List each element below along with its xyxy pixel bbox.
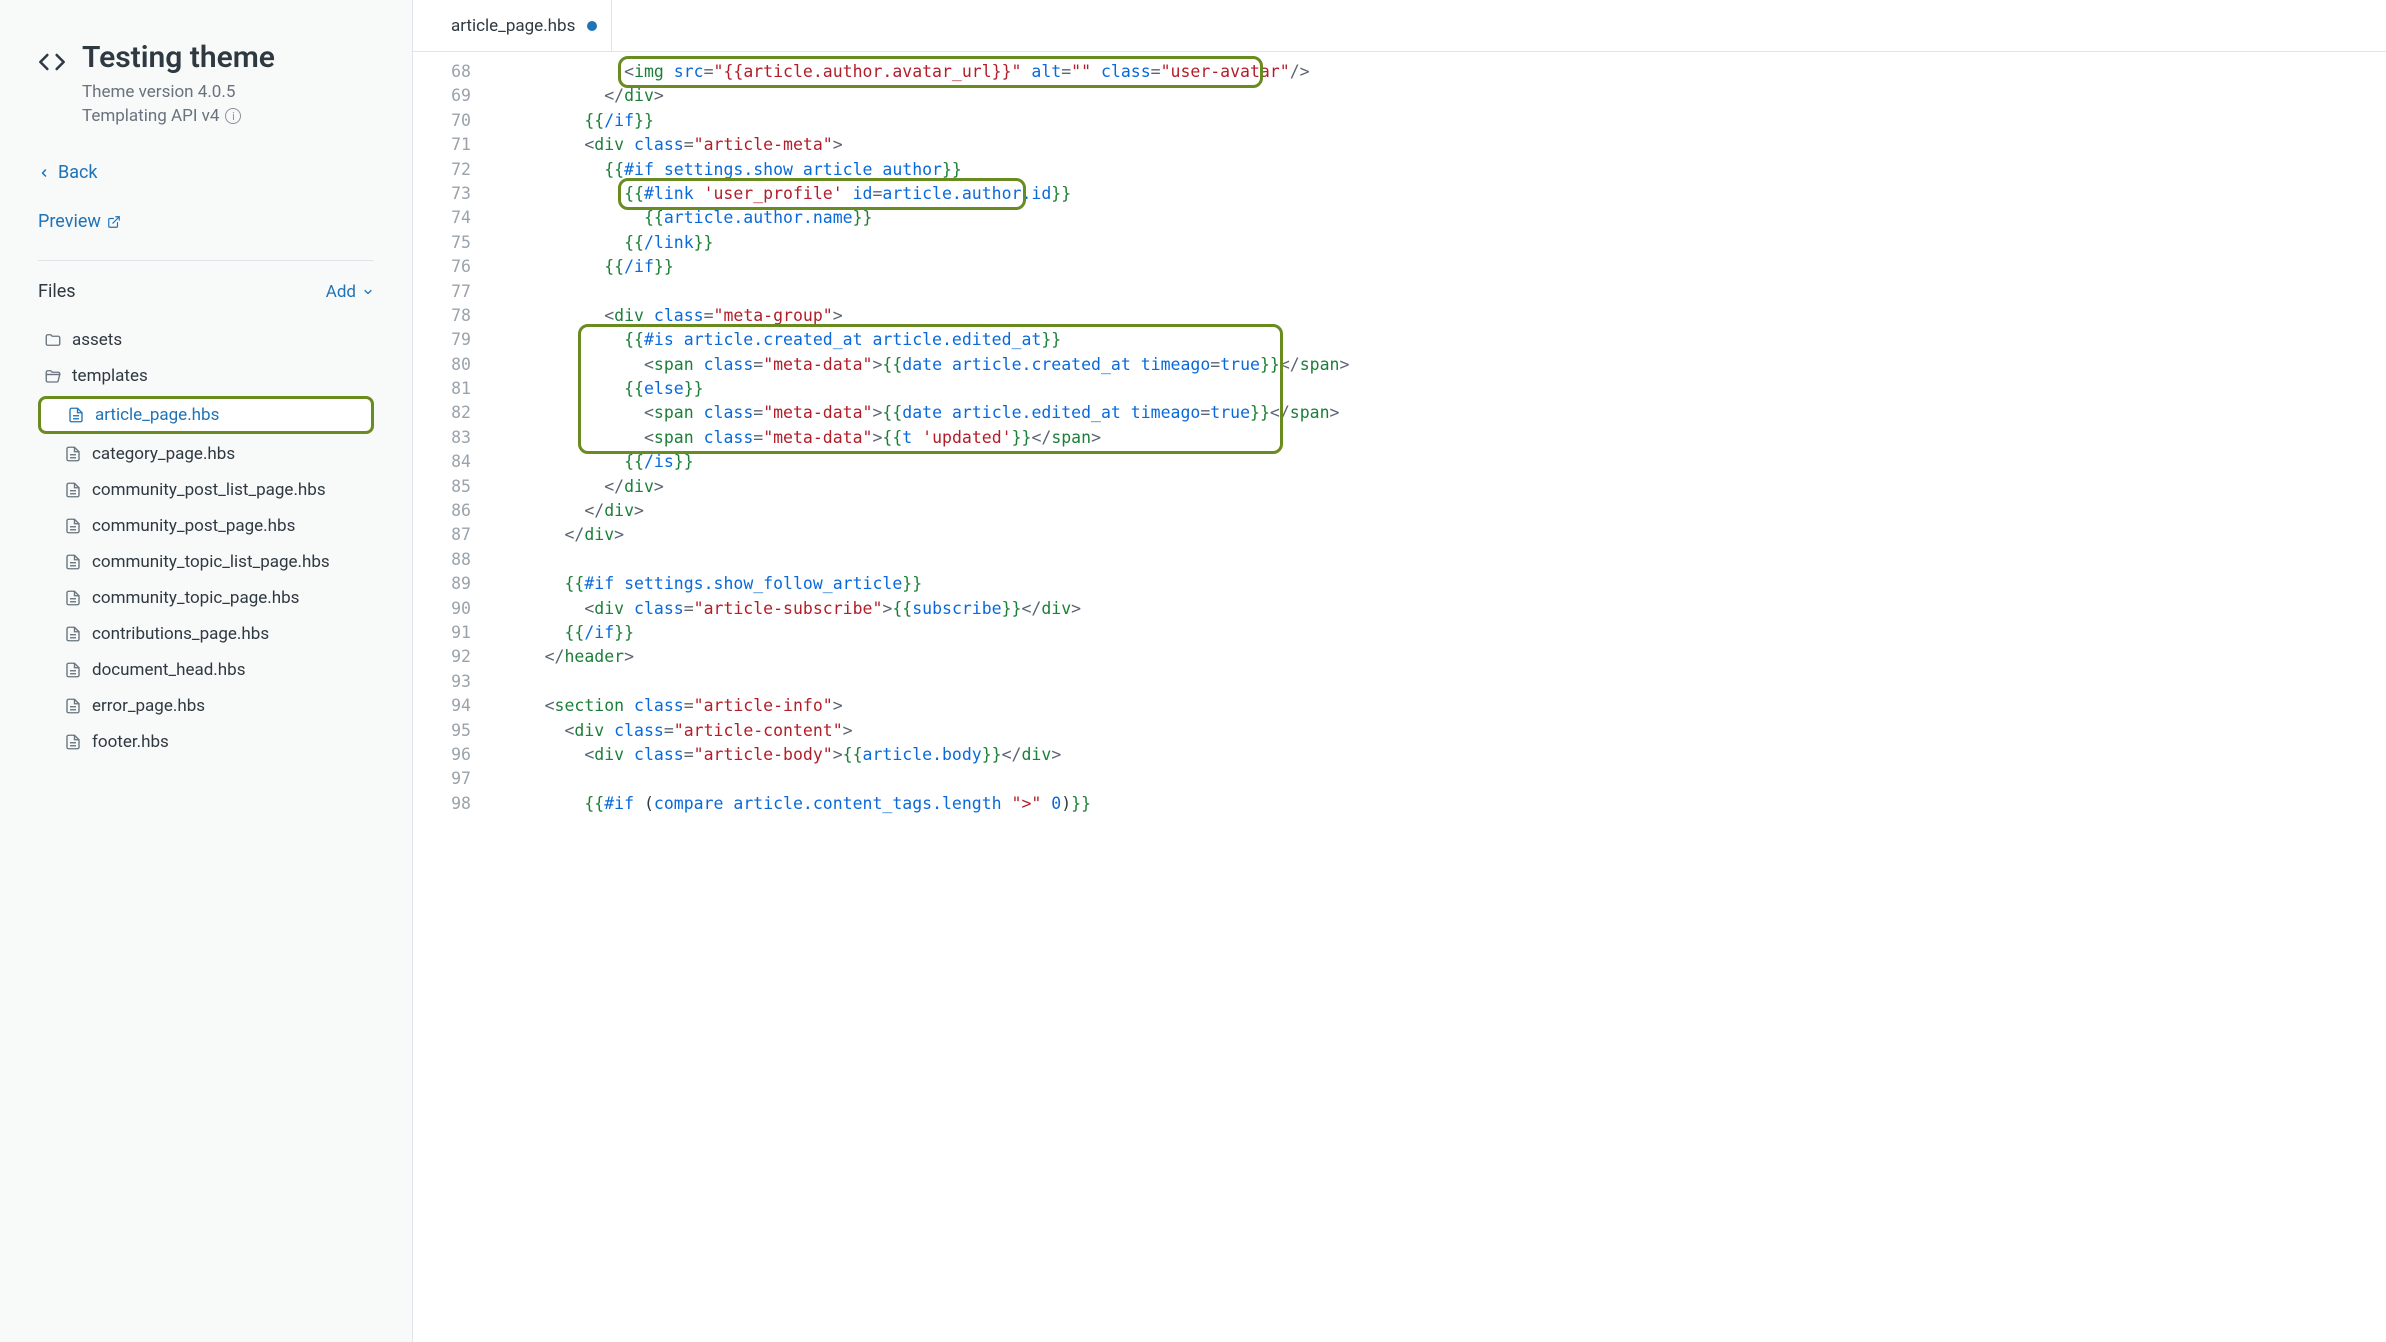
templating-api-label: Templating API v4 i (82, 106, 275, 126)
chevron-down-icon (362, 286, 374, 298)
file-item[interactable]: community_post_page.hbs (38, 508, 374, 544)
file-item[interactable]: document_head.hbs (38, 652, 374, 688)
files-label: Files (38, 281, 76, 302)
file-item[interactable]: footer.hbs (38, 724, 374, 760)
folder-assets[interactable]: assets (38, 322, 374, 358)
external-link-icon (107, 215, 121, 229)
file-item[interactable]: community_post_list_page.hbs (38, 472, 374, 508)
line-number-gutter: 6869707172737475767778798081828384858687… (413, 60, 485, 1342)
theme-header: Testing theme Theme version 4.0.5 Templa… (38, 40, 374, 126)
back-link[interactable]: Back (38, 162, 374, 183)
add-button[interactable]: Add (326, 282, 374, 302)
preview-link[interactable]: Preview (38, 211, 374, 232)
divider (38, 260, 374, 261)
tab-bar: article_page.hbs (413, 0, 2386, 52)
modified-indicator-icon (587, 21, 597, 31)
info-icon[interactable]: i (225, 108, 241, 124)
files-header: Files Add (38, 281, 374, 302)
theme-version: Theme version 4.0.5 (82, 82, 275, 102)
code-content[interactable]: <img src="{{article.author.avatar_url}}"… (485, 60, 2386, 1342)
file-item[interactable]: community_topic_page.hbs (38, 580, 374, 616)
file-item[interactable]: error_page.hbs (38, 688, 374, 724)
file-item[interactable]: community_topic_list_page.hbs (38, 544, 374, 580)
file-tree: assetstemplatesarticle_page.hbscategory_… (38, 322, 374, 760)
theme-title: Testing theme (82, 40, 275, 76)
code-icon (38, 48, 66, 76)
editor-tab[interactable]: article_page.hbs (437, 0, 612, 51)
folder-templates[interactable]: templates (38, 358, 374, 394)
file-item[interactable]: article_page.hbs (38, 396, 374, 434)
file-item[interactable]: contributions_page.hbs (38, 616, 374, 652)
code-editor[interactable]: 6869707172737475767778798081828384858687… (413, 52, 2386, 1342)
file-item[interactable]: category_page.hbs (38, 436, 374, 472)
chevron-left-icon (38, 167, 50, 179)
sidebar: Testing theme Theme version 4.0.5 Templa… (0, 0, 413, 1342)
tab-filename: article_page.hbs (451, 16, 575, 36)
editor-pane: article_page.hbs 68697071727374757677787… (413, 0, 2386, 1342)
